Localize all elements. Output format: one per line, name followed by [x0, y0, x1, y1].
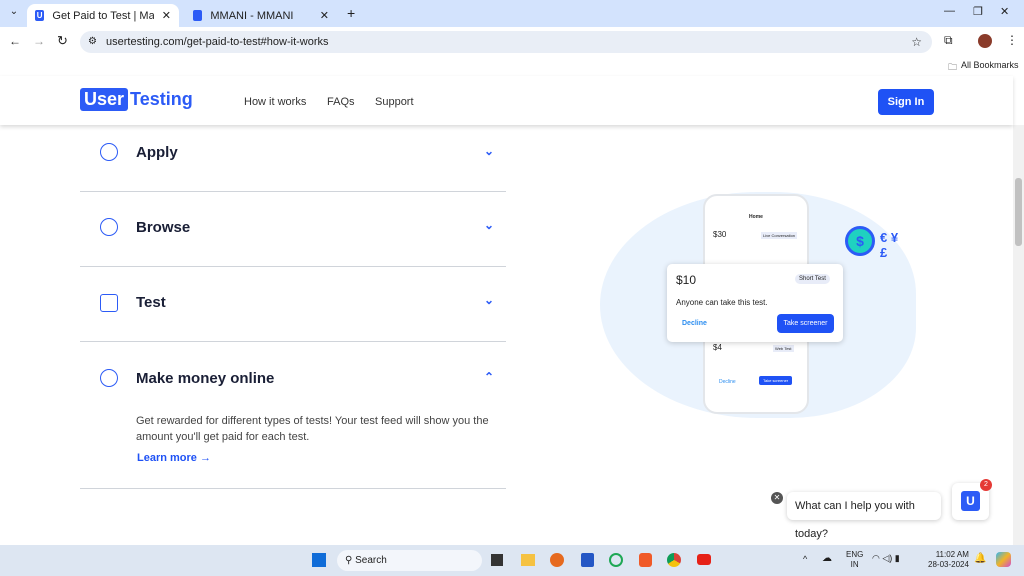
site-header: User Testing How it works FAQs Support Si…	[0, 76, 1013, 125]
bookmark-star-icon[interactable]: ☆	[911, 31, 922, 53]
new-tab-icon[interactable]: +	[347, 5, 355, 21]
brave-icon[interactable]	[639, 553, 652, 567]
close-tab-icon[interactable]: ✕	[162, 9, 171, 22]
copilot-icon[interactable]	[996, 552, 1011, 567]
folder-icon: 🗀	[948, 62, 958, 72]
dollar-coin-icon: $	[845, 226, 875, 256]
close-chat-icon[interactable]: ✕	[771, 492, 783, 504]
close-window-icon[interactable]: ✕	[1000, 5, 1009, 18]
accordion-test[interactable]: Test ⌄	[80, 267, 506, 342]
taskbar: ⚲ Search ^ ☁ ENG IN ◠ ◁) ▮ 11:02 AM 28-03-…	[0, 545, 1024, 576]
all-bookmarks[interactable]: 🗀 All Bookmarks	[948, 60, 1019, 76]
wifi-volume-battery-icons[interactable]: ◠ ◁) ▮	[872, 553, 900, 564]
nav-support[interactable]: Support	[375, 96, 414, 108]
chevron-down-icon[interactable]: ⌄	[484, 218, 494, 232]
sign-in-button[interactable]: Sign In	[878, 89, 934, 115]
chevron-up-icon[interactable]: ⌃	[484, 370, 494, 384]
notification-badge: 2	[980, 479, 992, 491]
onedrive-icon[interactable]: ☁	[822, 553, 832, 564]
reload-icon[interactable]: ↻	[57, 33, 68, 49]
close-tab-icon[interactable]: ✕	[320, 9, 329, 22]
currency-symbols-icon: € ¥ £	[880, 230, 899, 260]
accordion-apply[interactable]: Apply ⌄	[80, 125, 506, 192]
make-money-description: Get rewarded for different types of test…	[136, 415, 489, 443]
forward-icon[interactable]: →	[33, 34, 45, 48]
show-hidden-icons[interactable]: ^	[803, 554, 807, 564]
notifications-bell-icon[interactable]: 🔔	[974, 553, 986, 564]
avatar[interactable]	[978, 34, 992, 48]
url-input[interactable]: ⚙ usertesting.com/get-paid-to-test#how-i…	[80, 31, 932, 53]
minimize-icon[interactable]: —	[944, 5, 955, 17]
test-card: $10 Short Test Anyone can take this test…	[667, 264, 843, 342]
nav-how-it-works[interactable]: How it works	[244, 96, 306, 108]
youtube-icon[interactable]	[697, 554, 711, 565]
whatsapp-icon[interactable]	[609, 553, 623, 567]
mmani-favicon	[193, 10, 203, 21]
task-view-icon[interactable]	[491, 554, 503, 566]
chevron-down-icon[interactable]: ⌄	[484, 293, 494, 307]
site-info-icon[interactable]: ⚙	[88, 31, 97, 53]
restore-icon[interactable]: ❐	[973, 5, 983, 18]
money-icon	[100, 369, 118, 387]
nav-faqs[interactable]: FAQs	[327, 96, 355, 108]
target-icon	[100, 143, 118, 161]
clock[interactable]: 11:02 AM 28-03-2024	[928, 550, 969, 570]
accordion-browse[interactable]: Browse ⌄	[80, 192, 506, 267]
chat-launcher-button[interactable]: U 2	[952, 479, 992, 520]
firefox-icon[interactable]	[550, 553, 564, 567]
usertesting-logo[interactable]: User Testing	[80, 88, 193, 111]
file-explorer-icon[interactable]	[521, 554, 535, 566]
browse-icon	[100, 218, 118, 236]
scrollbar-thumb[interactable]	[1015, 178, 1022, 246]
usertesting-chat-icon: U	[961, 491, 980, 511]
menu-icon[interactable]: ⋮	[1006, 33, 1018, 47]
extensions-icon[interactable]: ⧉	[944, 33, 953, 48]
chat-prompt[interactable]: What can I help you with today?	[787, 492, 941, 540]
tab-search-chevron-icon[interactable]: ⌄	[6, 6, 22, 22]
back-icon[interactable]: ←	[9, 34, 21, 48]
chevron-down-icon[interactable]: ⌄	[484, 144, 494, 158]
chrome-icon[interactable]	[667, 553, 681, 567]
tab-get-paid[interactable]: U Get Paid to Test | Make Money ✕	[27, 4, 179, 27]
store-icon[interactable]	[581, 553, 594, 567]
language-indicator[interactable]: ENG IN	[846, 550, 863, 570]
learn-more-link[interactable]: Learn more →	[137, 452, 211, 464]
tab-strip: ⌄ U Get Paid to Test | Make Money ✕ MMAN…	[0, 0, 1024, 27]
address-bar-row: ← → ↻ ⚙ usertesting.com/get-paid-to-test…	[0, 27, 1024, 56]
bookmarks-bar: 🗀 All Bookmarks	[0, 56, 1024, 76]
windows-start-icon[interactable]	[312, 553, 326, 567]
tab-mmani[interactable]: MMANI - MMANI ✕	[185, 4, 337, 27]
test-icon	[100, 294, 118, 312]
usertesting-favicon: U	[35, 10, 45, 21]
taskbar-search[interactable]: ⚲ Search	[337, 550, 482, 571]
